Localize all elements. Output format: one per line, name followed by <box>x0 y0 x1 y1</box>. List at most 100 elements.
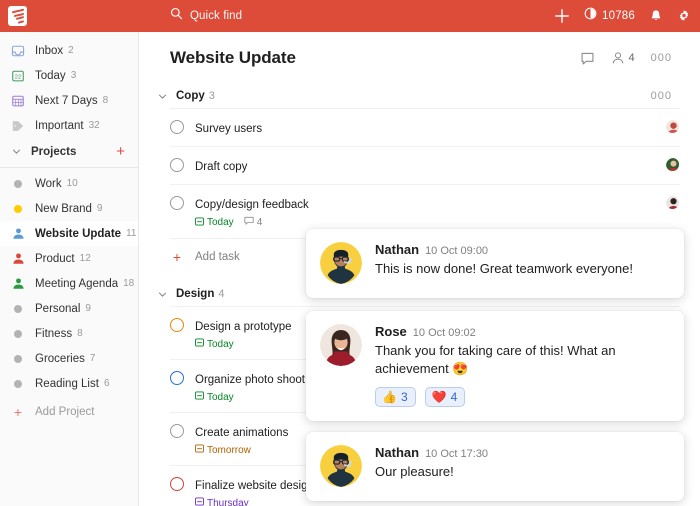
avatar <box>665 119 680 134</box>
sidebar-project-groceries[interactable]: Groceries 7 <box>0 346 138 371</box>
calendar-icon <box>195 217 204 229</box>
comment-card[interactable]: Nathan 10 Oct 09:00 This is now done! Gr… <box>306 229 684 298</box>
task-name: Design a prototype <box>195 321 292 333</box>
sidebar-item-today[interactable]: 22 Today 3 <box>0 63 138 88</box>
task-due-label: Today <box>207 339 234 350</box>
task-row[interactable]: Survey users <box>170 108 680 146</box>
task-comment-count: 4 <box>244 216 263 229</box>
collaborators-button[interactable]: 4 <box>611 51 635 65</box>
sidebar-divider <box>0 167 138 168</box>
section-count: 3 <box>209 90 643 102</box>
task-due-date: Today <box>195 391 234 403</box>
sidebar-project-label: Reading List <box>35 378 99 390</box>
comment-card[interactable]: Rose 10 Oct 09:02 Thank you for taking c… <box>306 311 684 421</box>
reaction-thumbsup[interactable]: 👍 3 <box>375 387 416 407</box>
dot-icon <box>10 376 26 392</box>
section-name: Design <box>176 288 214 300</box>
sidebar-item-inbox[interactable]: Inbox 2 <box>0 38 138 63</box>
app-window: Quick find 10786 In <box>0 0 700 506</box>
bell-icon[interactable] <box>649 9 663 23</box>
task-checkbox[interactable] <box>170 477 184 491</box>
sidebar-project-website-update[interactable]: Website Update 11 <box>0 221 138 246</box>
sidebar-project-label: New Brand <box>35 203 92 215</box>
top-bar: Quick find 10786 <box>0 0 700 32</box>
quick-find-label: Quick find <box>190 10 242 22</box>
task-row[interactable]: Draft copy <box>170 146 680 184</box>
sidebar-item-label: Important <box>35 120 84 132</box>
sidebar-project-product[interactable]: Product 12 <box>0 246 138 271</box>
task-checkbox[interactable] <box>170 424 184 438</box>
add-task-label: Add task <box>195 251 240 263</box>
sidebar-project-count: 12 <box>80 253 91 264</box>
task-name: Organize photo shoot <box>195 374 305 386</box>
sidebar-project-meeting-agenda[interactable]: Meeting Agenda 18 <box>0 271 138 296</box>
sidebar-project-reading-list[interactable]: Reading List 6 <box>0 371 138 396</box>
collaborators-count: 4 <box>629 52 635 64</box>
sidebar-project-personal[interactable]: Personal 9 <box>0 296 138 321</box>
sidebar-item-next-7-days[interactable]: Next 7 Days 8 <box>0 88 138 113</box>
sidebar-project-label: Work <box>35 178 62 190</box>
search-icon <box>170 7 183 25</box>
comment-header: Nathan 10 Oct 09:00 <box>375 242 668 257</box>
person-icon <box>10 251 26 267</box>
sidebar-project-new-brand[interactable]: New Brand 9 <box>0 196 138 221</box>
calendar-icon <box>195 444 204 456</box>
sidebar-project-count: 10 <box>67 178 78 189</box>
section-header-copy[interactable]: Copy 3 000 <box>139 84 700 108</box>
todoist-logo[interactable] <box>0 0 34 32</box>
gear-icon[interactable] <box>677 9 691 23</box>
page-header: Website Update 4 000 <box>139 32 700 84</box>
page-header-tools: 4 000 <box>580 51 672 66</box>
sidebar-project-fitness[interactable]: Fitness 8 <box>0 321 138 346</box>
sidebar-project-count: 18 <box>123 278 134 289</box>
sidebar: Inbox 2 22 Today 3 Next 7 Days 8 Importa… <box>0 32 139 506</box>
section-overflow-menu[interactable]: 000 <box>651 90 672 102</box>
reaction-count: 3 <box>401 390 408 404</box>
chevron-down-icon <box>156 290 168 299</box>
task-name: Create animations <box>195 427 288 439</box>
add-project-label: Add Project <box>35 406 94 418</box>
projects-header[interactable]: Projects + <box>0 138 138 165</box>
chevron-down-icon <box>156 92 168 101</box>
sidebar-item-label: Next 7 Days <box>35 95 98 107</box>
plus-icon[interactable] <box>554 8 570 24</box>
sidebar-project-label: Fitness <box>35 328 72 340</box>
calendar-today-icon: 22 <box>10 68 26 84</box>
task-checkbox[interactable] <box>170 158 184 172</box>
task-meta: Today 4 <box>195 216 654 229</box>
task-checkbox[interactable] <box>170 196 184 210</box>
task-checkbox[interactable] <box>170 371 184 385</box>
comment-card[interactable]: Nathan 10 Oct 17:30 Our pleasure! <box>306 432 684 501</box>
sidebar-project-count: 9 <box>97 203 103 214</box>
task-checkbox[interactable] <box>170 120 184 134</box>
task-checkbox[interactable] <box>170 318 184 332</box>
reaction-heart[interactable]: ❤️ 4 <box>425 387 466 407</box>
sidebar-project-count: 8 <box>77 328 83 339</box>
sidebar-project-count: 7 <box>90 353 96 364</box>
karma-points: 10786 <box>602 10 635 22</box>
add-project-icon[interactable]: + <box>116 144 125 159</box>
task-due-label: Tomorrow <box>207 445 251 456</box>
dot-icon <box>10 301 26 317</box>
task-name: Copy/design feedback <box>195 199 309 211</box>
sidebar-project-work[interactable]: Work 10 <box>0 171 138 196</box>
projects-title: Projects <box>31 146 107 158</box>
section-name: Copy <box>176 90 205 102</box>
reaction-count: 4 <box>451 390 458 404</box>
add-project-button[interactable]: + Add Project <box>0 399 138 424</box>
avatar <box>320 242 362 284</box>
dot-icon <box>10 326 26 342</box>
calendar-icon <box>195 497 204 506</box>
sidebar-item-important[interactable]: Important 32 <box>0 113 138 138</box>
calendar-icon <box>195 391 204 403</box>
quick-find-search[interactable]: Quick find <box>170 0 242 32</box>
page-overflow-menu[interactable]: 000 <box>651 52 672 64</box>
task-due-date: Today <box>195 338 234 350</box>
calendar-icon <box>195 338 204 350</box>
dot-icon <box>10 351 26 367</box>
task-name: Survey users <box>195 123 262 135</box>
comment-author: Nathan <box>375 445 419 460</box>
sidebar-project-label: Personal <box>35 303 80 315</box>
karma-button[interactable]: 10786 <box>584 7 635 25</box>
comments-icon[interactable] <box>580 51 595 66</box>
